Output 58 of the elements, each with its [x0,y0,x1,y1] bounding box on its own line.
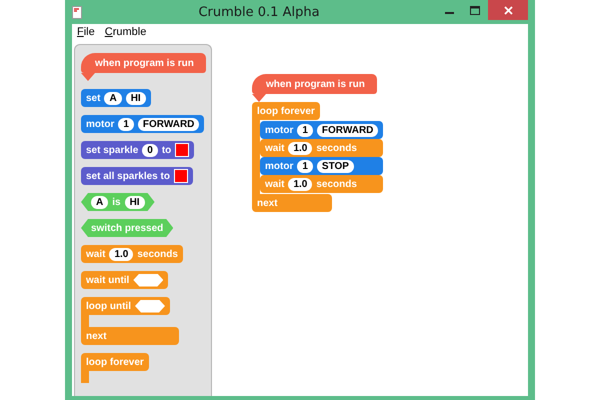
value-field[interactable]: 1.0 [109,248,134,260]
loop-arm [81,371,89,383]
block-text: is [112,196,121,208]
block-text: switch pressed [91,222,164,234]
color-swatch[interactable] [174,169,188,183]
value-field[interactable]: 1.0 [288,178,312,190]
block-text: wait [265,178,284,190]
block-text: set [86,92,100,104]
block-text: motor [86,118,114,130]
boolean-block[interactable]: A is HI [81,193,155,211]
menu-item[interactable]: File [77,26,95,38]
command-block[interactable]: set sparkle 0 to [81,141,194,159]
value-field[interactable]: A [91,196,108,208]
block-text: set all sparkles to [86,170,170,182]
block-text: set sparkle [86,144,138,156]
hat-notch-icon [81,73,95,81]
value-field[interactable]: A [104,92,122,104]
color-swatch[interactable] [175,143,190,157]
block-text: motor [265,124,294,136]
command-block[interactable]: wait 1.0 seconds [81,245,183,263]
value-field[interactable]: FORWARD [138,118,200,130]
value-field[interactable]: 1.0 [288,142,312,154]
block-text: seconds [316,178,357,190]
block-text: wait [86,248,106,260]
block-text: when program is run [95,58,194,68]
value-field[interactable]: 1 [297,124,313,136]
value-field[interactable]: HI [126,92,146,104]
block-text: wait until [86,274,130,286]
command-block[interactable]: motor 1 FORWARD [260,121,384,139]
command-block[interactable]: motor 1 STOP [260,157,384,175]
value-field[interactable]: HI [124,196,145,208]
block-text: seconds [316,142,357,154]
block-text: to [162,144,172,156]
minimize-icon [444,12,454,14]
block-text: loop forever [257,106,315,116]
close-icon [504,6,512,14]
value-field[interactable]: 1 [297,160,313,172]
value-field[interactable]: FORWARD [316,124,378,136]
menu-item[interactable]: Crumble [104,26,146,38]
command-block[interactable]: set A HI [81,89,151,107]
block-text: when program is run [266,78,365,90]
command-block[interactable]: wait 1.0 seconds [260,175,384,193]
block-text: loop forever [86,356,144,368]
value-field[interactable]: STOP [316,160,354,172]
value-field[interactable]: 1 [118,118,134,130]
command-block[interactable]: motor 1 FORWARD [81,115,204,133]
app-icon [72,6,82,18]
block-text: motor [265,160,294,172]
block-text: wait [265,142,284,154]
maximize-icon [470,6,480,14]
command-block[interactable]: set all sparkles to [81,167,193,185]
block-text: loop until [86,300,131,312]
block-text: seconds [137,248,178,260]
window-title: Crumble 0.1 Alpha [197,4,321,20]
close-button[interactable] [488,0,528,20]
hat-notch-icon [252,94,266,102]
value-field[interactable]: 0 [142,144,158,156]
command-block[interactable]: wait 1.0 seconds [260,139,384,157]
